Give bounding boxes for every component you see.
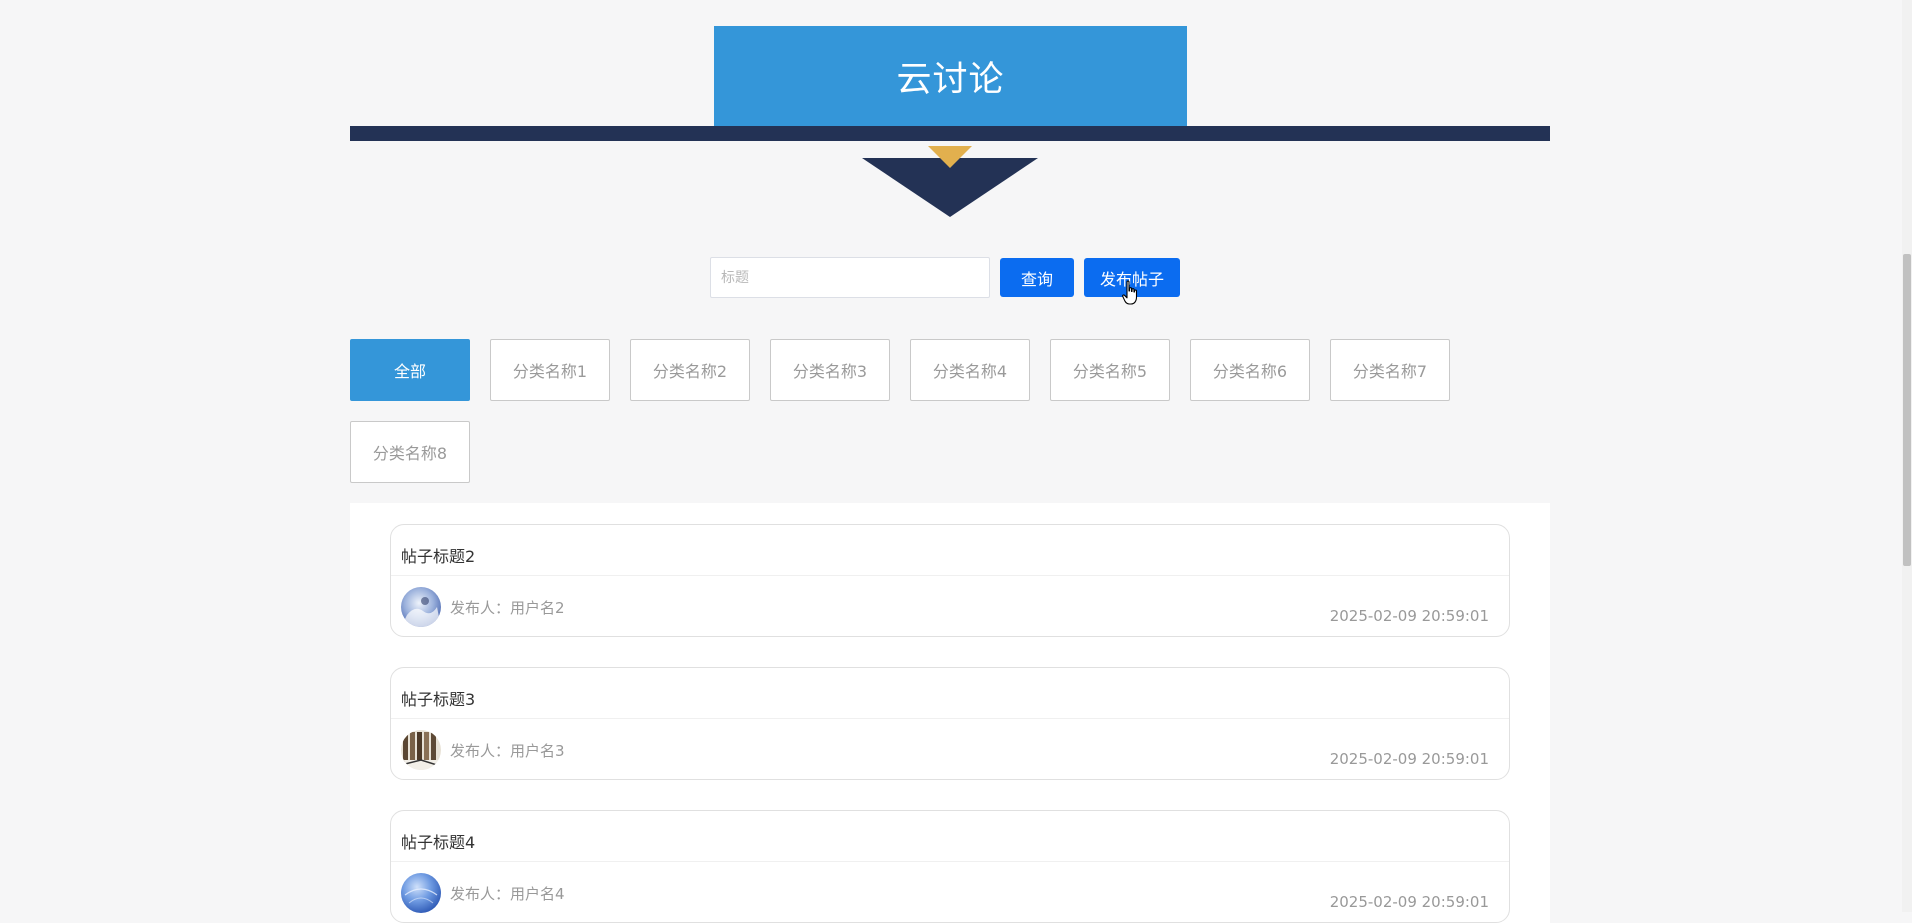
category-label: 分类名称7	[1352, 362, 1428, 381]
avatar-image-icon	[401, 730, 441, 770]
category-label: 分类名称3	[792, 362, 868, 381]
category-1-button[interactable]: 分类名称1	[490, 339, 610, 401]
category-label: 分类名称6	[1212, 362, 1288, 381]
category-3-button[interactable]: 分类名称3	[770, 339, 890, 401]
post-card[interactable]: 帖子标题4 发布人：用户名4 2025-02-09 20:59:01	[390, 810, 1510, 923]
page-title: 云讨论	[896, 59, 1005, 100]
category-label: 分类名称5	[1072, 362, 1148, 381]
category-6-button[interactable]: 分类名称6	[1190, 339, 1310, 401]
category-2-button[interactable]: 分类名称2	[630, 339, 750, 401]
title-underline-bar	[350, 126, 1550, 141]
post-timestamp: 2025-02-09 20:59:01	[1329, 607, 1489, 625]
category-8-button[interactable]: 分类名称8	[350, 421, 470, 483]
category-4-button[interactable]: 分类名称4	[910, 339, 1030, 401]
query-button[interactable]: 查询	[1000, 258, 1074, 297]
category-7-button[interactable]: 分类名称7	[1330, 339, 1450, 401]
post-divider	[391, 718, 1509, 719]
post-card[interactable]: 帖子标题3 发布人：用户名3 2025-02-09 20:59:01	[390, 667, 1510, 780]
post-title[interactable]: 帖子标题4	[401, 829, 475, 853]
post-author: 发布人：用户名3	[450, 742, 565, 760]
page-scrollbar-thumb[interactable]	[1903, 254, 1911, 566]
user-avatar	[401, 587, 441, 627]
avatar-image-icon	[401, 587, 441, 627]
user-avatar	[401, 730, 441, 770]
post-divider	[391, 861, 1509, 862]
hand-cursor-icon	[1122, 280, 1138, 305]
category-all-button[interactable]: 全部	[350, 339, 470, 401]
user-avatar	[401, 873, 441, 913]
post-title[interactable]: 帖子标题3	[401, 686, 475, 710]
title-search-input[interactable]	[710, 257, 990, 298]
post-timestamp: 2025-02-09 20:59:01	[1329, 750, 1489, 768]
forum-page: 云讨论 查询 发布帖子 全部 分类名称1 分类名称2 分类名称3 分类名称4 分…	[0, 0, 1912, 923]
page-title-banner: 云讨论	[714, 26, 1187, 126]
decorative-gold-triangle	[928, 146, 972, 168]
post-author: 发布人：用户名2	[450, 599, 565, 617]
category-label: 分类名称8	[372, 444, 448, 463]
category-label: 全部	[393, 362, 426, 381]
category-5-button[interactable]: 分类名称5	[1050, 339, 1170, 401]
post-divider	[391, 575, 1509, 576]
post-author: 发布人：用户名4	[450, 885, 565, 903]
post-card[interactable]: 帖子标题2 发布人：用户名2 2025-02-09 20:59:01	[390, 524, 1510, 637]
avatar-image-icon	[401, 873, 441, 913]
post-timestamp: 2025-02-09 20:59:01	[1329, 893, 1489, 911]
post-title[interactable]: 帖子标题2	[401, 543, 475, 567]
category-label: 分类名称2	[652, 362, 728, 381]
category-label: 分类名称4	[932, 362, 1008, 381]
category-label: 分类名称1	[512, 362, 588, 381]
